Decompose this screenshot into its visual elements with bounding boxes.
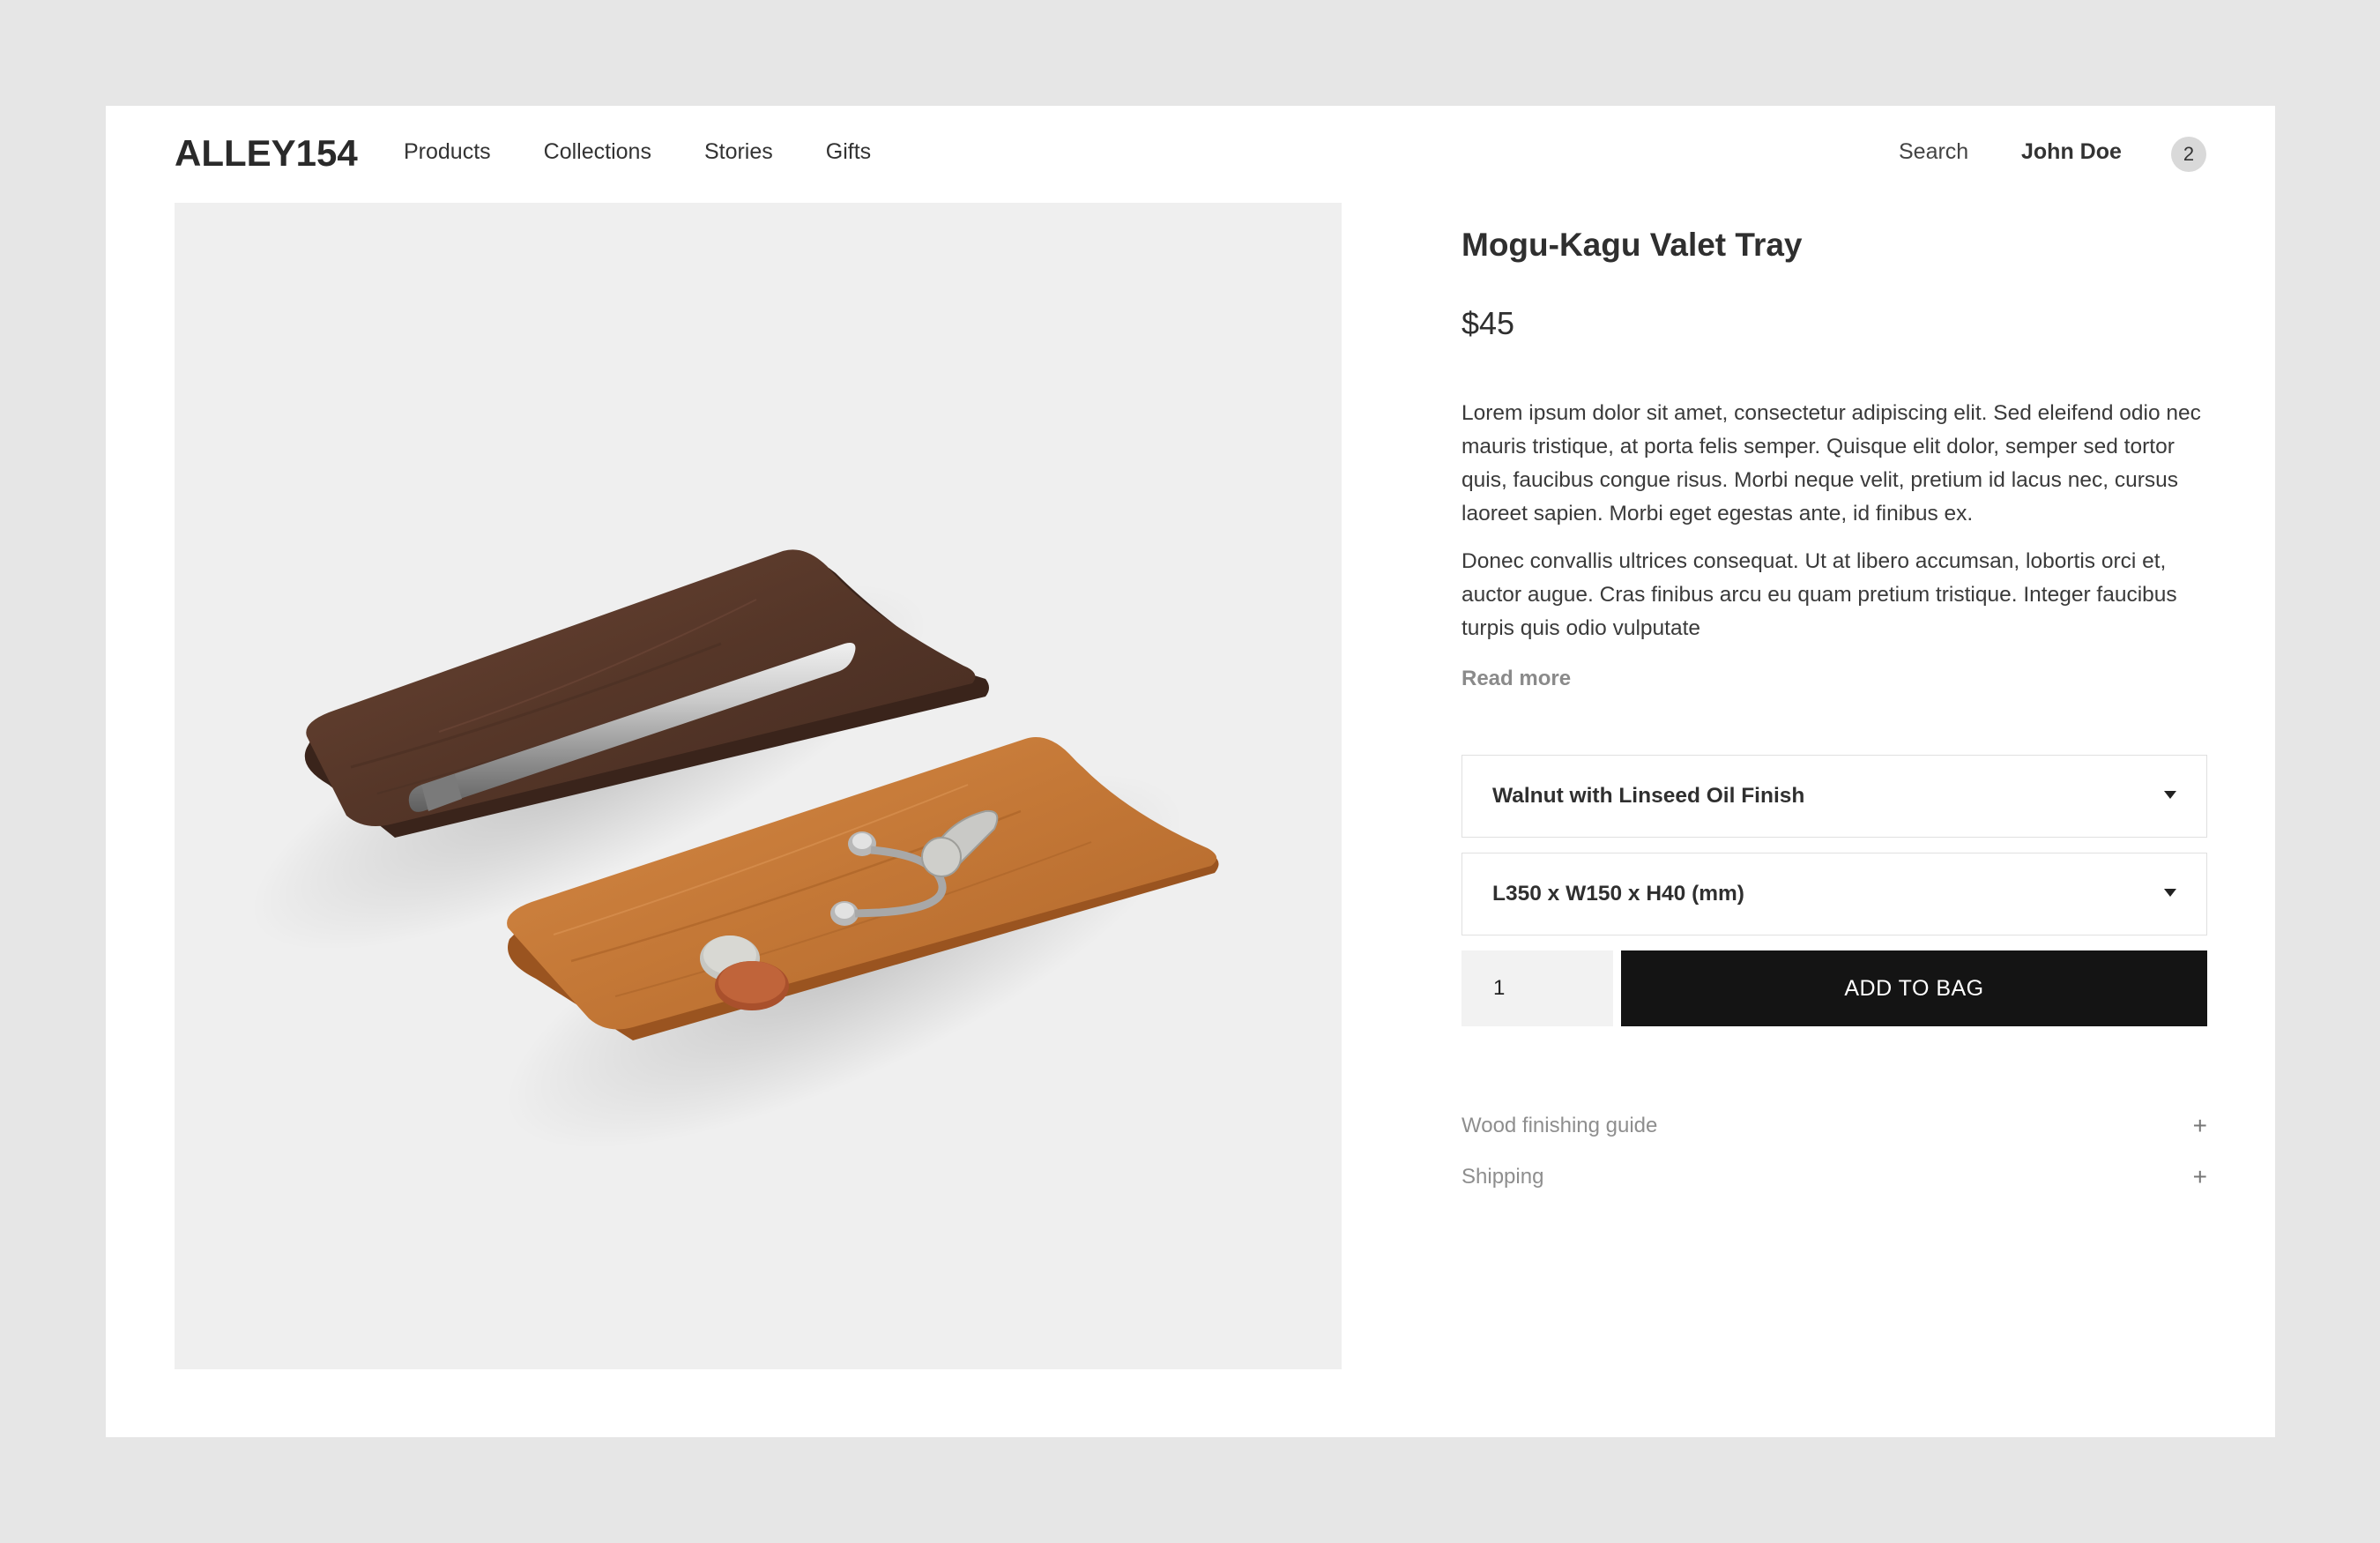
- size-select-value: L350 x W150 x H40 (mm): [1492, 882, 1744, 906]
- accordion-label: Wood finishing guide: [1461, 1114, 1658, 1137]
- size-select[interactable]: L350 x W150 x H40 (mm): [1461, 853, 2207, 935]
- accordion-shipping[interactable]: Shipping +: [1461, 1163, 2207, 1191]
- quantity-input[interactable]: 1: [1461, 950, 1613, 1026]
- plus-icon[interactable]: +: [2193, 1112, 2207, 1140]
- user-account-link[interactable]: John Doe: [2021, 139, 2122, 165]
- add-to-bag-button[interactable]: ADD TO BAG: [1621, 950, 2207, 1026]
- product-image: [175, 203, 1342, 1369]
- cart-count-badge[interactable]: 2: [2171, 137, 2206, 172]
- description-paragraph-1: Lorem ipsum dolor sit amet, consectetur …: [1461, 401, 2201, 526]
- accordion-wood-finishing-guide[interactable]: Wood finishing guide +: [1461, 1112, 2207, 1140]
- search-link[interactable]: Search: [1899, 139, 1968, 165]
- caret-down-icon: [2164, 889, 2176, 897]
- product-title: Mogu-Kagu Valet Tray: [1461, 227, 1803, 263]
- plus-icon[interactable]: +: [2193, 1163, 2207, 1191]
- page-card: ALLEY154 Products Collections Stories Gi…: [106, 106, 2275, 1437]
- description-paragraph-2: Donec convallis ultrices consequat. Ut a…: [1461, 549, 2177, 640]
- read-more-link[interactable]: Read more: [1461, 667, 1571, 691]
- caret-down-icon: [2164, 791, 2176, 799]
- product-description: Lorem ipsum dolor sit amet, consectetur …: [1461, 397, 2207, 660]
- nav-item-stories[interactable]: Stories: [704, 139, 773, 165]
- nav-item-gifts[interactable]: Gifts: [826, 139, 871, 165]
- accordion-label: Shipping: [1461, 1165, 1544, 1189]
- finish-select-value: Walnut with Linseed Oil Finish: [1492, 784, 1805, 808]
- product-price: $45: [1461, 305, 1515, 341]
- brand-logo[interactable]: ALLEY154: [175, 132, 358, 175]
- main-nav: Products Collections Stories Gifts: [404, 139, 924, 165]
- nav-item-collections[interactable]: Collections: [544, 139, 651, 165]
- finish-select[interactable]: Walnut with Linseed Oil Finish: [1461, 755, 2207, 838]
- nav-item-products[interactable]: Products: [404, 139, 491, 165]
